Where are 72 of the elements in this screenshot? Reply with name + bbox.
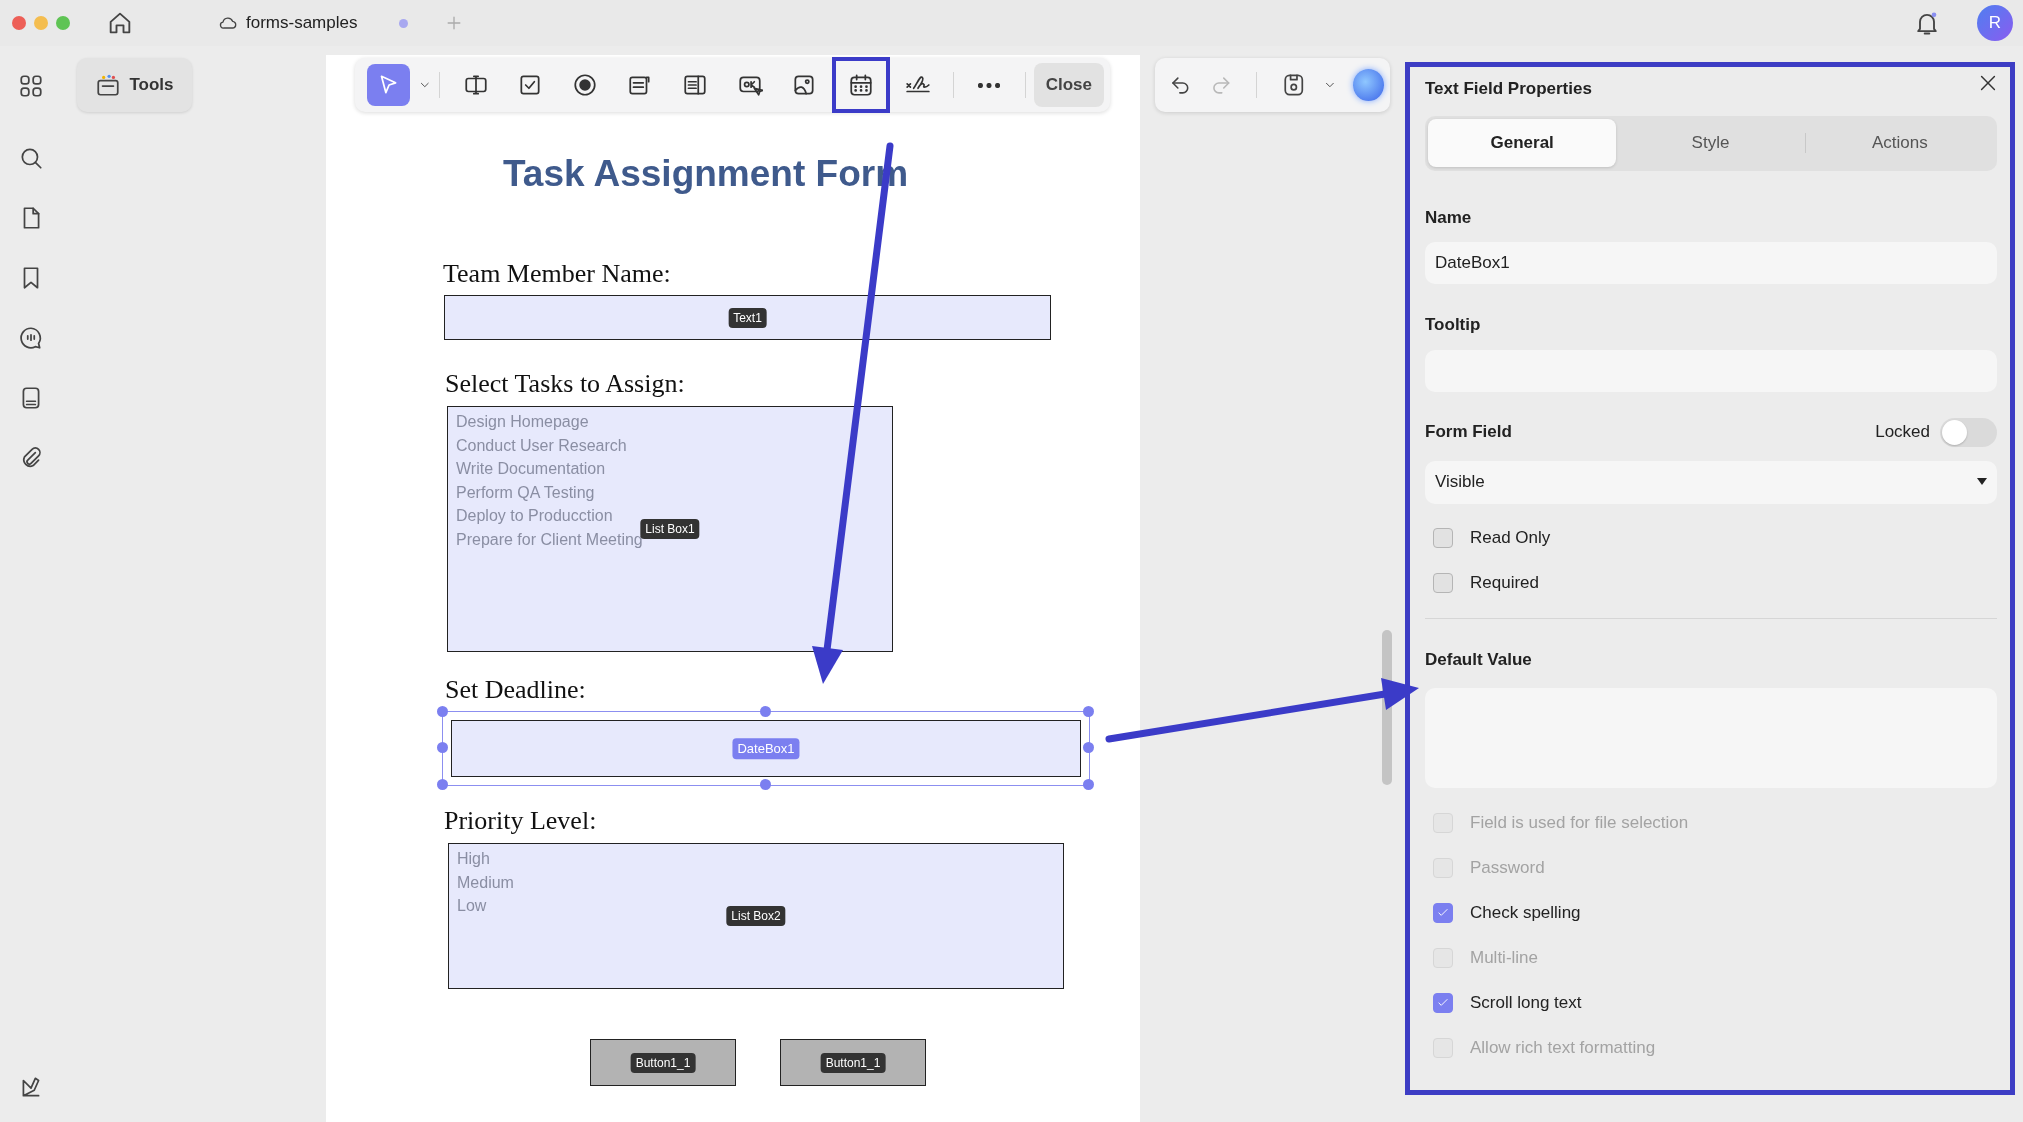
- field-tag: Button1_1: [820, 1052, 886, 1073]
- checkbox[interactable]: [1433, 992, 1453, 1013]
- list-icon: [681, 72, 708, 98]
- field-label: Priority Level:: [444, 806, 598, 836]
- close-window-button[interactable]: [12, 16, 26, 30]
- resize-handle[interactable]: [436, 705, 448, 717]
- close-button[interactable]: Close: [1033, 63, 1104, 107]
- visibility-select[interactable]: Visible: [1425, 460, 1997, 504]
- resize-handle[interactable]: [1082, 705, 1094, 717]
- list-option: Prepare for Client Meeting: [456, 527, 643, 551]
- maximize-button[interactable]: [56, 16, 70, 30]
- list-option: Perform QA Testing: [456, 480, 595, 504]
- list-box[interactable]: High Medium Low List Box2: [448, 843, 1064, 989]
- checkbox-label: Field is used for file selection: [1470, 811, 1689, 834]
- tools-button[interactable]: Tools: [77, 58, 192, 112]
- cursor-tool[interactable]: [367, 64, 410, 106]
- name-field[interactable]: DateBox1: [1425, 242, 1997, 284]
- text-field[interactable]: Text1: [444, 295, 1051, 340]
- form-button[interactable]: Button1_1: [590, 1039, 736, 1086]
- apps-icon[interactable]: [18, 73, 44, 99]
- field-label: Form Field: [1425, 421, 1512, 444]
- checkbox[interactable]: [1433, 528, 1453, 548]
- field-label: Tooltip: [1425, 314, 1482, 336]
- calendar-icon: [847, 72, 874, 98]
- checkbox[interactable]: [1433, 573, 1453, 593]
- list-option: Write Documentation: [456, 457, 606, 481]
- avatar[interactable]: R: [1977, 5, 2013, 41]
- panel-tab[interactable]: Actions: [1805, 119, 1994, 167]
- toolbox-icon: [95, 72, 122, 98]
- panel-title: Text Field Properties: [1425, 78, 1592, 100]
- resize-handle[interactable]: [1082, 742, 1094, 753]
- panel-tab[interactable]: Style: [1616, 119, 1805, 167]
- comment-icon[interactable]: [18, 325, 44, 351]
- radio-icon: [572, 72, 599, 98]
- field-tag: Text1: [728, 307, 767, 328]
- checkbox-label: Required: [1470, 572, 1539, 595]
- field-label: Name: [1425, 206, 1473, 229]
- field-label: Set Deadline:: [445, 675, 587, 705]
- locked-toggle[interactable]: [1940, 417, 1997, 447]
- resize-handle[interactable]: [759, 778, 771, 790]
- caret-icon: [1977, 478, 1987, 486]
- field-label: Select Tasks to Assign:: [445, 369, 686, 399]
- field-tag: List Box2: [726, 906, 786, 926]
- toggle-label: Locked: [1875, 421, 1930, 444]
- panel-tab[interactable]: General: [1428, 119, 1617, 167]
- list-option: Conduct User Research: [456, 433, 627, 457]
- resize-handle[interactable]: [436, 778, 448, 790]
- checkbox-label: Check spelling: [1470, 901, 1581, 924]
- resize-handle[interactable]: [436, 742, 448, 753]
- unsaved-dot-icon: [399, 18, 409, 28]
- text-field-icon: [462, 72, 489, 98]
- more-icon: [978, 82, 1001, 88]
- list-option: Medium: [457, 870, 514, 894]
- list-option: High: [457, 847, 490, 871]
- resize-handle[interactable]: [1082, 778, 1094, 790]
- checkbox[interactable]: [1433, 902, 1453, 923]
- field-label: Team Member Name:: [443, 259, 672, 289]
- checkbox-label: Password: [1470, 856, 1545, 879]
- form-button[interactable]: Button1_1: [780, 1039, 926, 1086]
- checkbox-label: Multi-line: [1470, 946, 1539, 969]
- checkbox-label: Scroll long text: [1470, 991, 1582, 1014]
- list-option: Low: [457, 894, 487, 918]
- field-tag: DateBox1: [732, 737, 800, 760]
- list-option: Design Homepage: [456, 410, 589, 434]
- field-tag: Button1_1: [630, 1052, 696, 1073]
- checkbox-label: Read Only: [1470, 527, 1551, 550]
- resize-handle[interactable]: [759, 705, 771, 717]
- list-option: Deploy to Producction: [456, 504, 613, 528]
- document-tab[interactable]: forms-samples: [218, 10, 358, 36]
- field-label: Default Value: [1425, 648, 1533, 671]
- assistant-icon[interactable]: [1352, 69, 1384, 101]
- checkbox-label: Allow rich text formatting: [1470, 1036, 1656, 1059]
